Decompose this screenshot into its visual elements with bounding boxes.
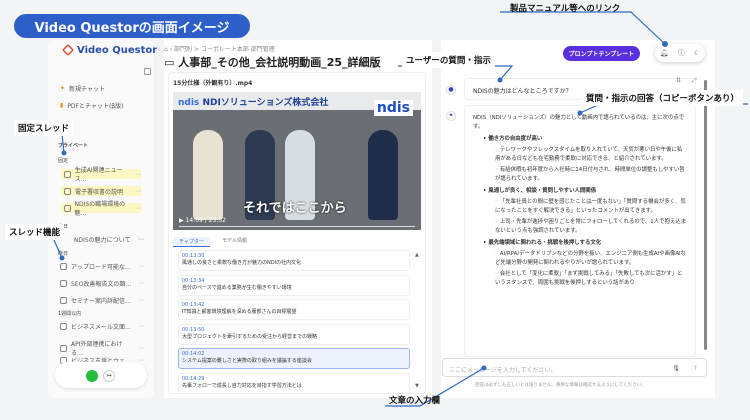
- callout-manual-link: 製品マニュアル等へのリンク: [510, 4, 621, 14]
- callout-lines: [5, 11, 748, 407]
- callout-user-question: ユーザーの質問・指示: [402, 52, 495, 68]
- callout-thread-feature: スレッド機能: [5, 224, 65, 240]
- callout-answer: 質問・指示の回答（コピーボタンあり）: [582, 90, 744, 106]
- callout-pinned-thread: 固定スレッド: [14, 120, 74, 136]
- callout-input-field: 文章の入力欄: [389, 396, 441, 406]
